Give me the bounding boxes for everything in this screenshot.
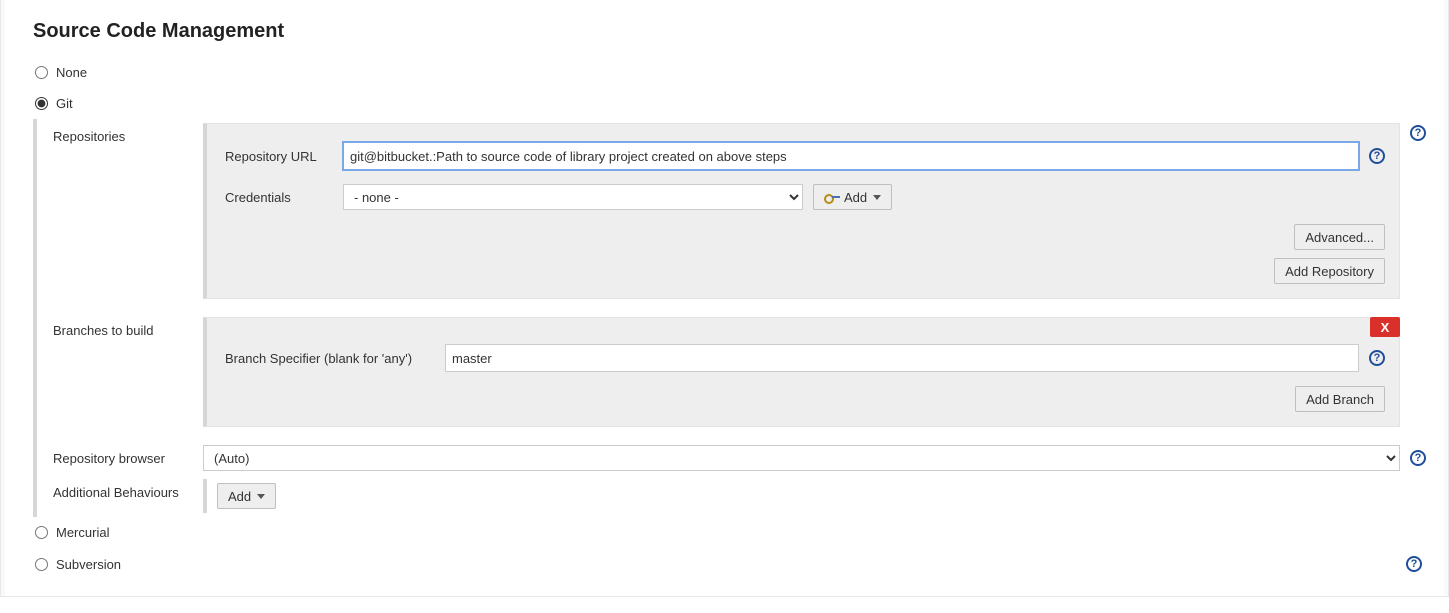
- branch-panel: X Branch Specifier (blank for 'any') ? A…: [203, 317, 1400, 427]
- scm-option-mercurial-row: Mercurial: [33, 521, 1426, 552]
- add-credentials-label: Add: [844, 190, 867, 205]
- scm-radio-mercurial[interactable]: [35, 526, 48, 539]
- credentials-label: Credentials: [225, 190, 343, 205]
- add-branch-button[interactable]: Add Branch: [1295, 386, 1385, 412]
- additional-behaviours-label: Additional Behaviours: [53, 479, 203, 500]
- help-icon[interactable]: ?: [1369, 350, 1385, 366]
- key-icon: [824, 192, 838, 202]
- scm-option-git-row: Git: [33, 92, 1426, 123]
- scm-label-git: Git: [56, 96, 73, 111]
- branch-specifier-label: Branch Specifier (blank for 'any'): [225, 351, 445, 366]
- section-heading: Source Code Management: [33, 12, 1426, 43]
- repository-panel: Repository URL ? Credentials - none - Ad…: [203, 123, 1400, 299]
- repository-browser-select[interactable]: (Auto): [203, 445, 1400, 471]
- advanced-button[interactable]: Advanced...: [1294, 224, 1385, 250]
- help-icon[interactable]: ?: [1410, 125, 1426, 141]
- scm-label-none: None: [56, 65, 87, 80]
- scm-radio-subversion[interactable]: [35, 558, 48, 571]
- add-behaviour-button[interactable]: Add: [217, 483, 276, 509]
- scm-label-subversion: Subversion: [56, 557, 121, 572]
- scm-label-mercurial: Mercurial: [56, 525, 109, 540]
- chevron-down-icon: [257, 494, 265, 499]
- branches-to-build-label: Branches to build: [53, 317, 203, 338]
- help-icon[interactable]: ?: [1369, 148, 1385, 164]
- scm-radio-none[interactable]: [35, 66, 48, 79]
- add-repository-button[interactable]: Add Repository: [1274, 258, 1385, 284]
- repository-url-label: Repository URL: [225, 149, 343, 164]
- add-credentials-button[interactable]: Add: [813, 184, 892, 210]
- help-icon[interactable]: ?: [1410, 450, 1426, 466]
- scm-radio-git[interactable]: [35, 97, 48, 110]
- delete-branch-button[interactable]: X: [1370, 317, 1400, 337]
- help-icon[interactable]: ?: [1406, 556, 1422, 572]
- repository-url-input[interactable]: [343, 142, 1359, 170]
- scm-option-subversion-row: Subversion ?: [33, 552, 1426, 584]
- repositories-label: Repositories: [53, 123, 203, 144]
- chevron-down-icon: [873, 195, 881, 200]
- credentials-select[interactable]: - none -: [343, 184, 803, 210]
- scm-option-none-row: None: [33, 61, 1426, 92]
- repository-browser-label: Repository browser: [53, 445, 203, 466]
- branch-specifier-input[interactable]: [445, 344, 1359, 372]
- add-behaviour-label: Add: [228, 489, 251, 504]
